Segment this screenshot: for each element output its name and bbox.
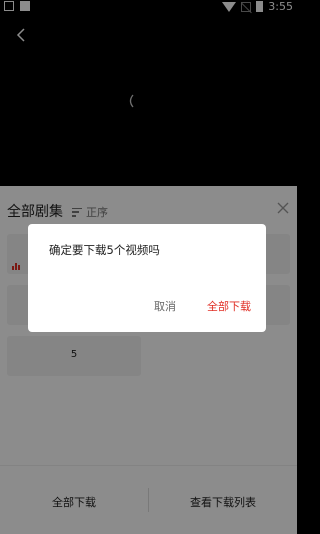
confirm-dialog: 确定要下载5个视频吗 取消 全部下载	[28, 224, 266, 332]
dialog-message: 确定要下载5个视频吗	[49, 243, 160, 257]
cancel-button[interactable]: 取消	[154, 298, 176, 314]
confirm-download-all-button[interactable]: 全部下载	[207, 298, 251, 314]
